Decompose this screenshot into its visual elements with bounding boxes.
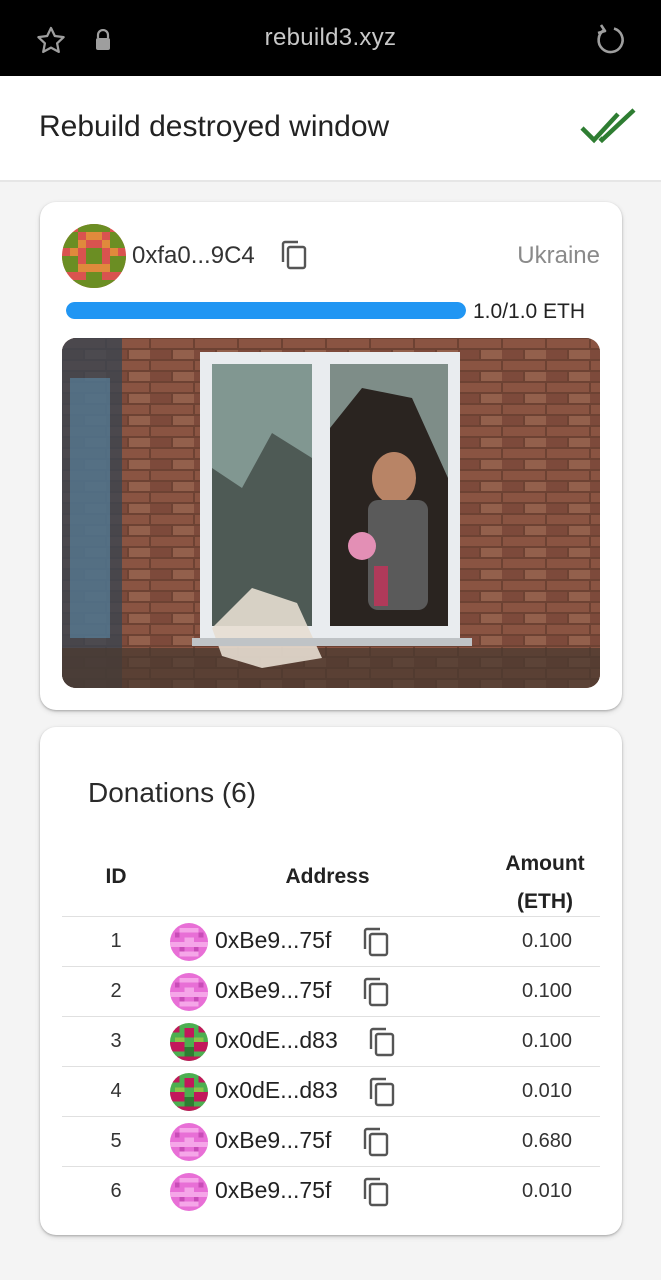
owner-address: 0xfa0...9C4	[132, 242, 255, 269]
cell-amount: 0.010	[521, 1180, 573, 1202]
column-header-amount: Amount (ETH)	[495, 845, 595, 921]
copy-icon[interactable]	[368, 1077, 396, 1107]
table-row: 1 0xBe9...75f 0.100	[62, 916, 600, 966]
copy-icon[interactable]	[362, 1127, 390, 1157]
donor-avatar[interactable]	[170, 1173, 208, 1211]
column-header-address: Address	[285, 865, 370, 888]
donor-avatar[interactable]	[170, 973, 208, 1011]
page-title: Rebuild destroyed window	[39, 110, 390, 143]
copy-icon[interactable]	[368, 1027, 396, 1057]
project-photo-image	[62, 338, 600, 688]
donor-avatar[interactable]	[170, 1073, 208, 1111]
cell-address: 0x0dE...d83	[215, 1027, 338, 1053]
cell-id: 1	[110, 930, 122, 952]
funding-progress-bar	[66, 302, 466, 319]
country-label: Ukraine	[517, 242, 600, 269]
table-row: 4 0x0dE...d83 0.010	[62, 1066, 600, 1116]
project-photo[interactable]	[62, 338, 600, 688]
browser-address-bar: rebuild3.xyz	[0, 0, 661, 76]
double-check-icon	[580, 108, 636, 144]
cell-address: 0xBe9...75f	[215, 1177, 332, 1203]
donations-card: Donations (6) ID Address Amount (ETH) 1 0…	[40, 727, 622, 1235]
cell-address: 0xBe9...75f	[215, 927, 332, 953]
table-row: 3 0x0dE...d83 0.100	[62, 1016, 600, 1066]
donor-avatar[interactable]	[170, 1023, 208, 1061]
cell-amount: 0.100	[521, 980, 573, 1002]
cell-address: 0xBe9...75f	[215, 1127, 332, 1153]
copy-icon[interactable]	[280, 240, 308, 270]
funding-progress-label: 1.0/1.0 ETH	[473, 300, 586, 323]
cell-id: 2	[110, 980, 122, 1002]
cell-id: 5	[110, 1130, 122, 1152]
cell-amount: 0.680	[521, 1130, 573, 1152]
cell-amount: 0.100	[521, 930, 573, 952]
owner-avatar[interactable]	[62, 224, 126, 288]
donations-title: Donations (6)	[88, 777, 257, 808]
reload-icon[interactable]	[592, 22, 628, 58]
donor-avatar[interactable]	[170, 923, 208, 961]
copy-icon[interactable]	[362, 927, 390, 957]
donor-avatar[interactable]	[170, 1123, 208, 1161]
column-header-amount-line1: Amount	[505, 852, 585, 875]
column-header-id: ID	[105, 865, 127, 888]
cell-id: 6	[110, 1180, 122, 1202]
app-header: Rebuild destroyed window	[0, 76, 661, 182]
url-text[interactable]: rebuild3.xyz	[0, 24, 661, 52]
table-row: 2 0xBe9...75f 0.100	[62, 966, 600, 1016]
cell-amount: 0.100	[521, 1030, 573, 1052]
project-card[interactable]: 0xfa0...9C4 Ukraine 1.0/1.0 ETH	[40, 202, 622, 710]
cell-id: 4	[110, 1080, 122, 1102]
cell-address: 0xBe9...75f	[215, 977, 332, 1003]
cell-address: 0x0dE...d83	[215, 1077, 338, 1103]
cell-id: 3	[110, 1030, 122, 1052]
copy-icon[interactable]	[362, 1177, 390, 1207]
table-row: 6 0xBe9...75f 0.010	[62, 1166, 600, 1216]
cell-amount: 0.010	[521, 1080, 573, 1102]
copy-icon[interactable]	[362, 977, 390, 1007]
funding-progress-fill	[66, 302, 466, 319]
table-row: 5 0xBe9...75f 0.680	[62, 1116, 600, 1166]
